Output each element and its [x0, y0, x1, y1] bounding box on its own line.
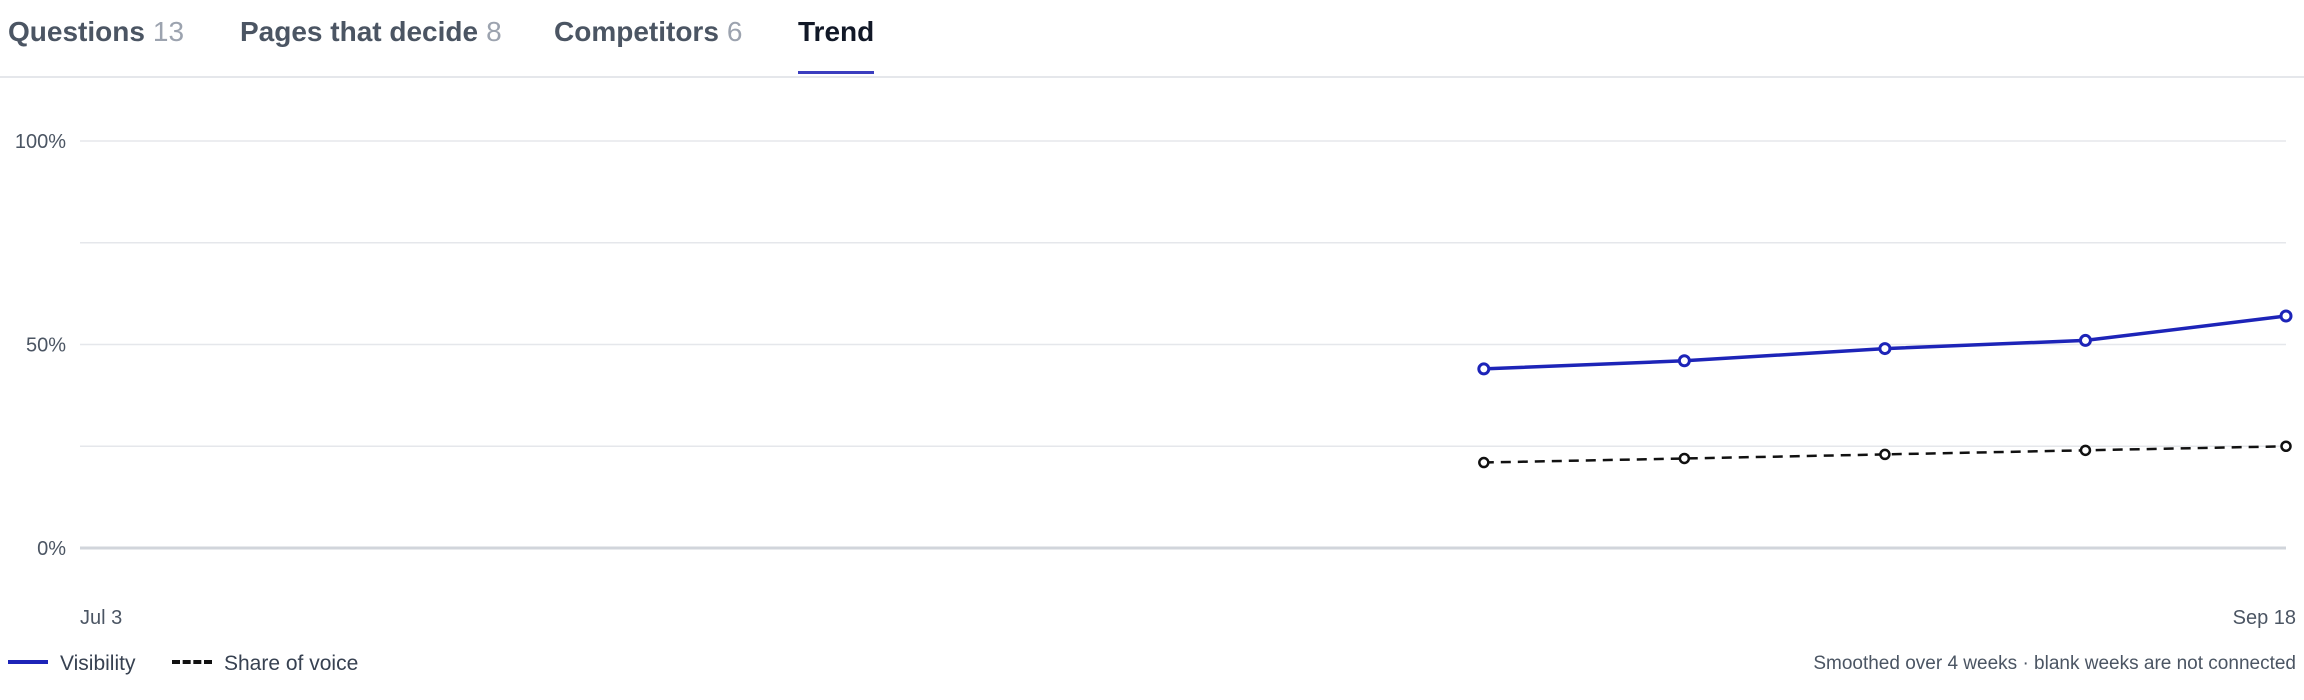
active-tab-indicator [798, 71, 875, 74]
tab-competitors[interactable]: Competitors 6 [554, 14, 742, 74]
tab-pages-count: 8 [486, 16, 502, 47]
tab-questions-label: Questions [8, 16, 145, 47]
data-point-share-of-voice-4[interactable] [2280, 440, 2292, 452]
x-tick-label-end: Sep 18 [2233, 607, 2296, 629]
legend-swatch-share-of-voice [172, 660, 212, 665]
x-tick-label-start: Jul 3 [80, 607, 122, 629]
tab-trend-label: Trend [798, 16, 875, 47]
data-point-share-of-voice-1[interactable] [1678, 452, 1691, 465]
data-point-visibility-1[interactable] [1677, 354, 1691, 368]
tab-competitors-count: 6 [726, 16, 743, 47]
legend-item-share-of-voice: Share of voice [172, 646, 358, 682]
trend-chart: 100% 50% 0% Jul 3 Sep 18 [0, 76, 2304, 636]
y-tick-label: 0% [37, 538, 66, 560]
data-point-share-of-voice-0[interactable] [1478, 456, 1490, 469]
legend-item-visibility: Visibility [8, 646, 135, 682]
data-point-visibility-0[interactable] [1477, 362, 1491, 376]
tab-competitors-label: Competitors [554, 16, 719, 47]
tab-bar: Questions 13 Pages that decide 8 Competito… [0, 0, 2304, 78]
label-layer: 100% 50% 0% Jul 3 Sep 18 [15, 131, 2296, 629]
data-point-visibility-4[interactable] [2279, 309, 2293, 323]
chart-footnote: Smoothed over 4 weeks · blank weeks are … [1813, 653, 2296, 674]
data-point-visibility-3[interactable] [2078, 333, 2092, 347]
tab-pages-that-decide[interactable]: Pages that decide 8 [240, 14, 502, 74]
y-tick-label: 50% [26, 335, 66, 357]
legend-label-visibility: Visibility [60, 652, 136, 675]
series-layer [1477, 309, 2293, 469]
legend-swatch-visibility [8, 660, 48, 665]
chart-legend: Visibility Share of voice Smoothed over … [0, 646, 2304, 682]
legend-label-share-of-voice: Share of voice [224, 652, 359, 675]
data-point-visibility-2[interactable] [1878, 342, 1892, 356]
tab-questions-count: 13 [152, 16, 185, 47]
trend-chart-svg: 100% 50% 0% Jul 3 Sep 18 [15, 131, 2296, 629]
tab-pages-label: Pages that decide [240, 16, 479, 47]
tab-questions[interactable]: Questions 13 [8, 14, 184, 74]
data-point-share-of-voice-2[interactable] [1879, 448, 1891, 461]
y-tick-label: 100% [15, 131, 66, 153]
data-point-share-of-voice-3[interactable] [2079, 444, 2092, 457]
tab-trend[interactable]: Trend [798, 14, 875, 74]
